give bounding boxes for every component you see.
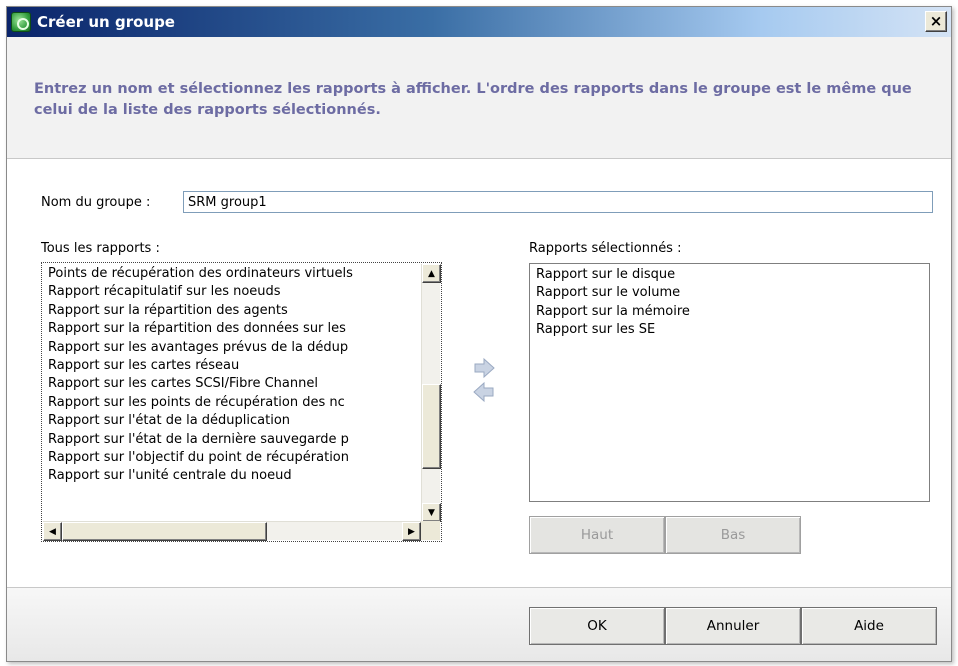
vertical-scrollbar[interactable]: ▲ ▼ [421, 264, 441, 522]
list-item[interactable]: Rapport sur les SE [532, 321, 927, 339]
header-band: Entrez un nom et sélectionnez les rappor… [7, 37, 951, 159]
triangle-left-icon: ◀ [49, 526, 56, 537]
list-item[interactable]: Rapport sur l'état de la déduplication [44, 412, 420, 430]
help-button[interactable]: Aide [801, 607, 937, 645]
horizontal-scrollbar[interactable]: ◀ ▶ [43, 521, 421, 541]
all-reports-label: Tous les rapports : [41, 241, 160, 256]
cancel-label: Annuler [706, 618, 760, 634]
content-area: Nom du groupe : Tous les rapports : Rapp… [7, 159, 951, 587]
list-item[interactable]: Rapport sur la répartition des données s… [44, 320, 420, 338]
help-label: Aide [854, 618, 884, 634]
scrollbar-corner [421, 521, 440, 540]
list-item[interactable]: Rapport récapitulatif sur les noeuds [44, 283, 420, 301]
vertical-scroll-thumb[interactable] [422, 384, 441, 469]
list-item[interactable]: Rapport sur les avantages prévus de la d… [44, 339, 420, 357]
create-group-dialog: Créer un groupe × Entrez un nom et sélec… [6, 6, 952, 662]
list-item[interactable]: Rapport sur l'état de la dernière sauveg… [44, 431, 420, 449]
cancel-button[interactable]: Annuler [665, 607, 801, 645]
ok-label: OK [587, 618, 607, 634]
list-item[interactable]: Rapport sur les points de récupération d… [44, 394, 420, 412]
remove-report-button[interactable] [471, 381, 497, 403]
add-report-button[interactable] [471, 357, 497, 379]
group-name-input[interactable] [183, 191, 933, 213]
horizontal-scroll-thumb[interactable] [62, 522, 267, 541]
group-name-label: Nom du groupe : [41, 195, 151, 210]
scroll-right-button[interactable]: ▶ [402, 522, 421, 541]
scroll-up-button[interactable]: ▲ [422, 264, 441, 283]
triangle-right-icon: ▶ [408, 526, 415, 537]
list-item[interactable]: Rapport sur l'objectif du point de récup… [44, 449, 420, 467]
window-title: Créer un groupe [37, 13, 175, 31]
list-item[interactable]: Rapport sur le volume [532, 284, 927, 302]
list-item[interactable]: Rapport sur le disque [532, 266, 927, 284]
arrow-right-icon [474, 357, 495, 379]
title-bar[interactable]: Créer un groupe × [7, 7, 951, 37]
list-item[interactable]: Points de récupération des ordinateurs v… [44, 265, 420, 283]
triangle-up-icon: ▲ [428, 268, 435, 279]
list-item[interactable]: Rapport sur l'unité centrale du noeud [44, 467, 420, 485]
ok-button[interactable]: OK [529, 607, 665, 645]
arrow-left-icon [473, 381, 494, 403]
all-reports-items: Points de récupération des ordinateurs v… [44, 265, 420, 522]
scroll-down-button[interactable]: ▼ [422, 503, 441, 522]
move-up-label: Haut [580, 527, 614, 543]
close-icon: × [929, 12, 943, 30]
close-button[interactable]: × [925, 11, 947, 32]
move-down-label: Bas [720, 527, 746, 543]
selected-reports-list[interactable]: Rapport sur le disque Rapport sur le vol… [529, 263, 930, 502]
list-item[interactable]: Rapport sur la répartition des agents [44, 302, 420, 320]
all-reports-list[interactable]: Points de récupération des ordinateurs v… [41, 262, 442, 542]
selected-reports-label: Rapports sélectionnés : [529, 241, 682, 256]
triangle-down-icon: ▼ [428, 507, 435, 518]
footer-bar: OK Annuler Aide [7, 587, 951, 661]
scroll-left-button[interactable]: ◀ [43, 522, 62, 541]
move-down-button[interactable]: Bas [665, 516, 801, 554]
instructions-text: Entrez un nom et sélectionnez les rappor… [34, 81, 912, 118]
app-icon [11, 12, 31, 32]
list-item[interactable]: Rapport sur les cartes réseau [44, 357, 420, 375]
list-item[interactable]: Rapport sur les cartes SCSI/Fibre Channe… [44, 375, 420, 393]
selected-reports-items: Rapport sur le disque Rapport sur le vol… [532, 266, 927, 499]
list-item[interactable]: Rapport sur la mémoire [532, 303, 927, 321]
move-up-button[interactable]: Haut [529, 516, 665, 554]
